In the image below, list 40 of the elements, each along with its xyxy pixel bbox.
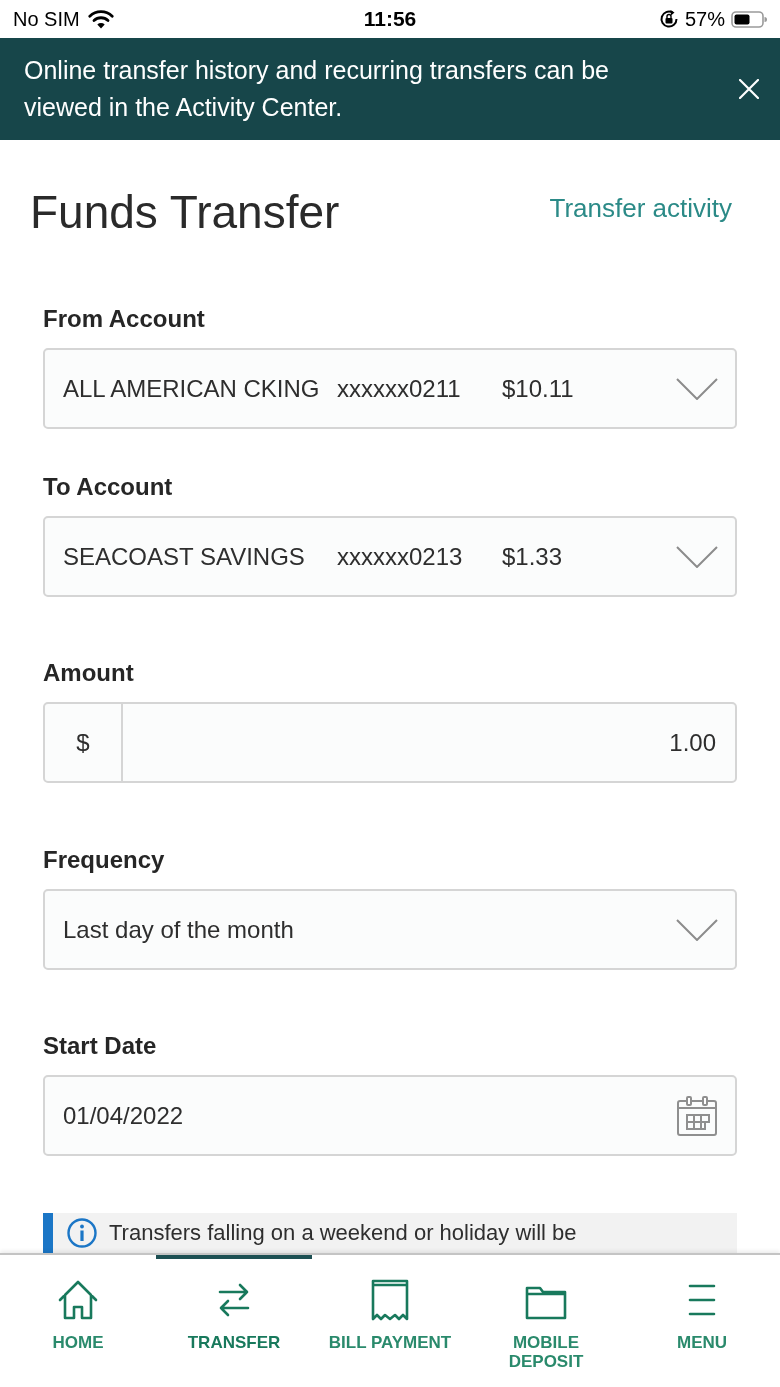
nav-tab[interactable]: TRANSFER [156, 1255, 312, 1387]
chevron-down-icon [676, 918, 718, 941]
account-dropdown[interactable]: SEACOAST SAVINGS xxxxxx0213 $1.33 [43, 516, 737, 597]
field-label: To Account [43, 472, 173, 502]
frequency-dropdown[interactable]: Last day of the month [43, 889, 737, 970]
field-label: Frequency [43, 845, 165, 875]
close-icon[interactable] [739, 79, 759, 99]
field-label: Start Date [43, 1031, 157, 1061]
nav-tab[interactable]: MOBILE DEPOSIT [468, 1255, 624, 1387]
home-icon [58, 1280, 98, 1320]
chevron-down-icon [676, 545, 718, 568]
account-dropdown[interactable]: ALL AMERICAN CKING xxxxxx0211 $10.11 [43, 348, 737, 429]
date-field[interactable]: 01/04/2022 [43, 1075, 737, 1156]
field-label: Amount [43, 658, 134, 688]
account-number: xxxxxx0213 [337, 542, 463, 570]
field-label: From Account [43, 304, 205, 334]
nav-tab[interactable]: BILL PAYMENT [312, 1255, 468, 1387]
banner-message: Online transfer history and recurring transfers can be viewed in the Activity Center. [24, 55, 610, 123]
account-balance: $1.33 [502, 541, 563, 572]
calendar-icon [677, 1095, 717, 1136]
chevron-down-icon [676, 377, 718, 400]
nav-tab[interactable]: HOME [0, 1255, 156, 1387]
amount-field[interactable]: $ 1.00 [43, 702, 737, 783]
page-title: Funds Transfer [30, 185, 340, 240]
nav-tab[interactable]: MENU [624, 1255, 780, 1387]
account-name: ALL AMERICAN CKING [63, 374, 320, 402]
clock-time: 11:56 [363, 6, 417, 33]
battery-icon [731, 10, 767, 28]
transfer-activity-link[interactable]: Transfer activity [549, 192, 732, 224]
receipt-icon [370, 1279, 410, 1321]
battery-percent: 57% [684, 7, 725, 32]
rotation-lock-icon [658, 9, 679, 29]
wifi-icon [87, 9, 114, 29]
currency-prefix: $ [45, 704, 123, 781]
account-balance: $10.11 [502, 373, 574, 404]
info-icon [67, 1218, 97, 1248]
account-number: xxxxxx0211 [337, 374, 461, 402]
account-name: SEACOAST SAVINGS [63, 542, 305, 570]
carrier-label: No SIM [13, 7, 80, 32]
notice-text: Transfers falling on a weekend or holiday will be [109, 1220, 577, 1246]
